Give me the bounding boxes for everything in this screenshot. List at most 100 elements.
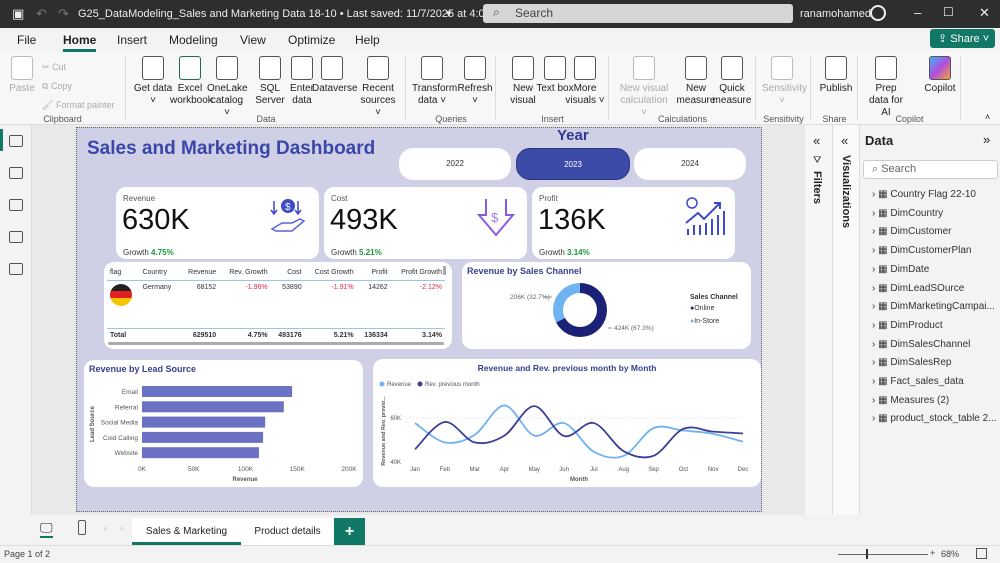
data-table-item[interactable]: › ▦ DimCustomerPlan [872, 245, 972, 256]
chevron-right-icon[interactable]: › [872, 208, 875, 219]
chevron-right-icon[interactable]: › [872, 245, 875, 256]
chevron-right-icon[interactable]: › [872, 226, 875, 237]
data-search-input[interactable]: ⌕ Search [863, 160, 998, 179]
collapse-ribbon-icon[interactable]: ˄ [985, 112, 990, 122]
expand-visualizations-icon[interactable]: « [841, 133, 848, 148]
share-button[interactable]: ⇪ Share ˅ [930, 29, 995, 48]
undo-icon[interactable]: ↶ [36, 6, 47, 22]
document-title[interactable]: G25_DataModeling_Sales and Marketing Dat… [78, 8, 510, 20]
mobile-layout-icon[interactable] [78, 520, 86, 535]
publish-button[interactable]: Publish [816, 56, 856, 95]
more-visuals-button[interactable]: More visuals ˅ [565, 56, 605, 107]
chevron-right-icon[interactable]: › [872, 283, 875, 294]
calculator-button[interactable]: New measure [676, 56, 716, 107]
onelake-button[interactable]: OneLake catalog ˅ [207, 56, 248, 119]
data-table-item[interactable]: › ▦ DimMarketingCampai... [872, 301, 995, 312]
table-view-icon[interactable] [9, 167, 23, 179]
zoom-slider-thumb[interactable] [866, 549, 868, 559]
column-header[interactable]: Rev. Growth [219, 265, 271, 281]
chevron-right-icon[interactable]: › [872, 301, 875, 312]
lead-source-chart[interactable]: Revenue by Lead Source Email Referral Soci… [84, 360, 363, 487]
refresh-button[interactable]: Refresh ˅ [455, 56, 495, 107]
excel-button[interactable]: Excel workbook [170, 56, 213, 107]
tab-home[interactable]: Home [63, 33, 97, 52]
profit-card[interactable]: Profit 136K Growth 3.14% [532, 187, 735, 259]
column-header[interactable]: Cost [270, 265, 305, 281]
tab-insert[interactable]: Insert [117, 33, 147, 47]
table-row[interactable]: Germany 68152 -1.96% 53890 -1.91% 14262 … [107, 281, 445, 329]
sensitivity-button[interactable]: Sensitivity ˅ [762, 56, 807, 107]
revenue-by-month-chart[interactable]: Revenue and Rev. previous month by Month… [373, 359, 761, 487]
cut-button[interactable]: ✂ Cut [42, 58, 114, 77]
data-table-item[interactable]: › ▦ Measures (2) [872, 395, 949, 406]
chevron-right-icon[interactable]: › [872, 339, 875, 350]
data-table-item[interactable]: › ▦ product_stock_table 2... [872, 413, 997, 424]
tab-view[interactable]: View [240, 33, 266, 47]
year-2024-button[interactable]: 2024 [634, 148, 746, 180]
data-table-item[interactable]: › ▦ Fact_sales_data [872, 376, 964, 387]
column-header[interactable]: Profit [356, 265, 391, 281]
tab-modeling[interactable]: Modeling [169, 33, 218, 47]
scroll-tabs-right-icon[interactable]: › [120, 523, 123, 533]
column-header[interactable]: Country [139, 265, 180, 281]
dataverse-button[interactable]: Dataverse [312, 56, 358, 95]
search-input[interactable]: ⌕ Search [483, 4, 793, 23]
data-table-item[interactable]: › ▦ DimCountry [872, 208, 943, 219]
year-2023-button[interactable]: 2023 [516, 148, 630, 180]
format-painter-button[interactable]: 🖌 Format painter [42, 96, 114, 115]
data-table-item[interactable]: › ▦ Country Flag 22-10 [872, 189, 976, 200]
desktop-layout-icon[interactable]: 🖵 [40, 520, 53, 538]
maximize-icon[interactable]: ☐ [943, 5, 954, 19]
data-table-item[interactable]: › ▦ DimProduct [872, 320, 943, 331]
column-header[interactable]: Profit Growth [390, 265, 445, 281]
data-table-item[interactable]: › ▦ DimLeadSOurce [872, 283, 964, 294]
data-table-item[interactable]: › ▦ DimDate [872, 264, 929, 275]
chevron-right-icon[interactable]: › [872, 413, 875, 424]
report-view-icon[interactable] [9, 135, 23, 147]
add-page-button[interactable]: + [334, 518, 365, 545]
chevron-right-icon[interactable]: › [872, 264, 875, 275]
dax-query-view-icon[interactable] [9, 231, 23, 243]
data-table-item[interactable]: › ▦ DimCustomer [872, 226, 951, 237]
copy-button[interactable]: ⧉ Copy [42, 77, 114, 96]
tmdl-view-icon[interactable] [9, 263, 23, 275]
database-button[interactable]: Get data ˅ [133, 56, 173, 107]
legend-online[interactable]: ●Online [690, 305, 714, 312]
visual-calculation-button[interactable]: New visual calculation ˅ [618, 56, 670, 119]
copilot-button[interactable]: Copilot [920, 56, 960, 95]
collapse-data-pane-icon[interactable]: » [983, 132, 990, 147]
close-icon[interactable]: ✕ [979, 5, 990, 21]
prep-data-button[interactable]: Prep data for AI [866, 56, 906, 119]
zoom-slider[interactable] [838, 554, 928, 555]
data-table-item[interactable]: › ▦ DimSalesChannel [872, 339, 970, 350]
visualizations-pane-collapsed[interactable]: « Visualizations [833, 125, 860, 515]
column-header[interactable]: flag [107, 265, 140, 281]
model-view-icon[interactable] [9, 199, 23, 211]
expand-filters-icon[interactable]: « [813, 133, 820, 148]
chevron-right-icon[interactable]: › [872, 376, 875, 387]
country-table[interactable]: flag Country Revenue Rev. Growth Cost Cost Gr… [104, 262, 452, 349]
transform-button[interactable]: Transform data ˅ [412, 56, 457, 107]
page-tab-product-details[interactable]: Product details [241, 518, 334, 545]
avatar[interactable] [870, 5, 886, 21]
fit-to-page-icon[interactable] [976, 548, 987, 559]
filters-pane-collapsed[interactable]: « ⛛ Filters [805, 125, 833, 515]
chevron-right-icon[interactable]: › [872, 357, 875, 368]
sales-channel-chart[interactable]: Revenue by Sales Channel 424K (67.3%) 206… [462, 262, 751, 349]
legend-in-store[interactable]: ●In-Store [690, 318, 719, 325]
data-table-item[interactable]: › ▦ DimSalesRep [872, 357, 952, 368]
chevron-right-icon[interactable]: › [872, 395, 875, 406]
page-tab-sales-marketing[interactable]: Sales & Marketing [132, 518, 241, 545]
scroll-tabs-left-icon[interactable]: ‹ [104, 523, 107, 533]
column-header[interactable]: Cost Growth [304, 265, 357, 281]
cost-card[interactable]: Cost 493K Growth 5.21% $ [324, 187, 527, 259]
tab-optimize[interactable]: Optimize [288, 33, 335, 47]
paste-button[interactable]: Paste [8, 56, 36, 95]
recent-sources-button[interactable]: Recent sources ˅ [358, 56, 398, 119]
chevron-down-icon[interactable]: ▾ [446, 7, 452, 20]
zoom-in-icon[interactable]: + [930, 548, 935, 558]
save-icon[interactable]: ▣ [12, 6, 24, 22]
column-header[interactable]: Revenue [179, 265, 220, 281]
horizontal-scrollbar[interactable] [108, 342, 444, 345]
redo-icon[interactable]: ↷ [58, 6, 69, 22]
